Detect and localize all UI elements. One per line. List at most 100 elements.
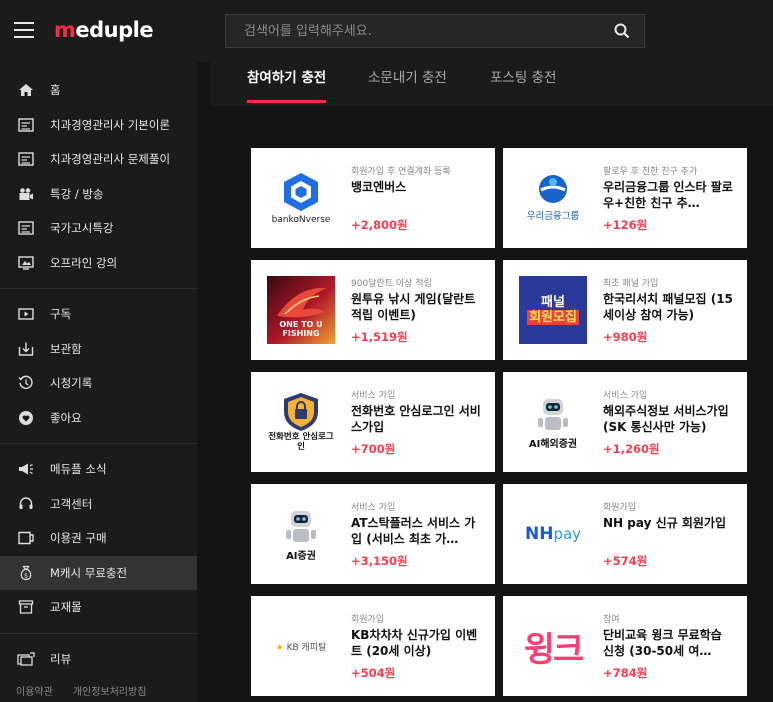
- offer-title: NH pay 신규 회원가입: [603, 516, 727, 530]
- sidebar-item-label: 홈: [50, 83, 61, 98]
- logo-m: m: [54, 18, 76, 42]
- sidebar-item[interactable]: 오프라인 강의: [0, 246, 197, 281]
- offer-category: 서비스 가입: [351, 503, 396, 513]
- offer-thumbnail: bankoNverse: [267, 164, 335, 232]
- search-icon[interactable]: [600, 14, 644, 48]
- privacy-link[interactable]: 개인정보처리방침: [73, 683, 147, 698]
- search-input[interactable]: [226, 23, 600, 39]
- offer-category: 참여: [603, 615, 620, 625]
- sidebar-item-label: 치과경영관리사 기본이론: [50, 117, 171, 132]
- menu-icon[interactable]: [14, 22, 34, 38]
- megaphone-icon: [17, 461, 35, 477]
- offer-reward: +3,150원: [351, 554, 408, 568]
- offer-reward: +980원: [603, 330, 648, 344]
- sidebar-item[interactable]: 국가고시특강: [0, 211, 197, 246]
- sidebar-item[interactable]: 이용권 구매: [0, 521, 197, 556]
- moneybag-icon: $: [17, 565, 35, 581]
- offer-title: KB차차차 신규가입 이벤트 (20세 이상): [351, 628, 478, 658]
- sidebar-item-label: 고객센터: [50, 496, 93, 511]
- offer-reward: +574원: [603, 554, 648, 568]
- sidebar-item[interactable]: 교재몰: [0, 590, 197, 625]
- offer-reward: +126원: [603, 218, 648, 232]
- sidebar-item[interactable]: 치과경영관리사 기본이론: [0, 108, 197, 143]
- offer-card[interactable]: bankoNverse 회원가입 후 연결계좌 등록 뱅코엔버스 +2,800원: [251, 148, 495, 248]
- offer-category: 회원가입: [603, 503, 637, 513]
- offer-title: 해외주식정보 서비스가입 (SK 통신사만 가능): [603, 404, 729, 434]
- sidebar-item-label: 오프라인 강의: [50, 255, 118, 270]
- offer-reward: +700원: [351, 442, 396, 456]
- offer-title: 원투유 낚시 게임(달란트 적립 이벤트): [351, 292, 476, 322]
- sidebar-item[interactable]: 고객센터: [0, 487, 197, 522]
- book-icon: [17, 117, 35, 133]
- sidebar-item[interactable]: 치과경영관리사 문제풀이: [0, 142, 197, 177]
- sidebar-item-label: 리뷰: [50, 651, 72, 666]
- offer-thumbnail: AI해외증권: [519, 388, 587, 456]
- tab[interactable]: 소문내기 충전: [368, 66, 447, 106]
- offer-title: 한국리서치 패널모집 (15세이상 참여 가능): [603, 292, 733, 322]
- offer-category: 서비스 가입: [351, 391, 396, 401]
- offer-card[interactable]: ONE TO U FISHING 900달란트 이상 적립원투유 낚시 게임(달란…: [251, 260, 495, 360]
- offer-card[interactable]: NHpay 회원가입 NH pay 신규 회원가입 +574원: [503, 484, 747, 584]
- offer-reward: +1,260원: [603, 442, 660, 456]
- offer-reward: +1,519원: [351, 330, 408, 344]
- offer-title: 전화번호 안심로그인 서비스가입: [351, 404, 481, 434]
- sidebar-item-label: 교재몰: [50, 600, 82, 615]
- offer-card[interactable]: 전화번호 안심로그인 서비스 가입 전화번호 안심로그인 서비스가입 +700원: [251, 372, 495, 472]
- offer-card[interactable]: 패널 회원모집 최초 패널 가입 한국리서치 패널모집 (15세이상 참여 가능) +9…: [503, 260, 747, 360]
- offer-category: 최초 패널 가입: [603, 279, 659, 289]
- offer-category: 서비스 가입: [603, 391, 648, 401]
- heart-icon: [17, 410, 35, 426]
- offer-reward: +784원: [603, 666, 648, 680]
- sidebar-item[interactable]: $ M캐시 무료충전: [0, 555, 197, 590]
- camera-icon: [17, 186, 35, 202]
- headset-icon: [17, 496, 35, 512]
- sidebar-item[interactable]: 메듀플 소식: [0, 452, 197, 487]
- terms-link[interactable]: 이용약관: [16, 683, 53, 698]
- book-icon: [17, 151, 35, 167]
- sidebar-item[interactable]: 리뷰: [0, 642, 197, 677]
- offer-category: 회원가입: [351, 615, 385, 625]
- charge-tabs: 참여하기 충전 소문내기 충전 포스팅 충전: [210, 62, 773, 106]
- offer-card[interactable]: 우리금융그룹 팔로우 후 친한 친구 추가 우리금융그룹 인스타 팔로우+친한 친구…: [503, 148, 747, 248]
- store-icon: [17, 599, 35, 615]
- sidebar-item-label: 메듀플 소식: [50, 462, 107, 477]
- search-bar: [225, 14, 645, 48]
- sidebar-item[interactable]: 좋아요: [0, 401, 197, 436]
- offer-category: 팔로우 후 친한 친구 추가: [603, 167, 698, 177]
- sidebar-item[interactable]: 특강 / 방송: [0, 177, 197, 212]
- logo-text: eduple: [75, 18, 154, 42]
- home-icon: [17, 82, 35, 98]
- sidebar-footer: 이용약관 개인정보처리방침: [16, 683, 146, 698]
- monitor-icon: [17, 255, 35, 271]
- download-icon: [17, 341, 35, 357]
- top-bar: meduple: [0, 0, 773, 62]
- offer-title: AT스탁플러스 서비스 가입 (서비스 최초 가…: [351, 516, 476, 546]
- sidebar-item[interactable]: 홈: [0, 73, 197, 108]
- offer-card[interactable]: 윙크 참여단비교육 윙크 무료학습 신청 (30-50세 여… +784원: [503, 596, 747, 696]
- tab[interactable]: 포스팅 충전: [490, 66, 556, 106]
- offer-card[interactable]: AI증권 서비스 가입 AT스탁플러스 서비스 가입 (서비스 최초 가… +3,15…: [251, 484, 495, 584]
- sidebar-divider: [0, 288, 197, 289]
- offer-title: 뱅코엔버스: [351, 180, 407, 194]
- ticket-icon: [17, 530, 35, 546]
- tab[interactable]: 참여하기 충전: [247, 66, 326, 106]
- sidebar-item-label: 보관함: [50, 341, 82, 356]
- offer-card[interactable]: ★ KB 캐피탈 회원가입 KB차차차 신규가입 이벤트 (20세 이상) +504원: [251, 596, 495, 696]
- sidebar-item[interactable]: 시청기록: [0, 366, 197, 401]
- offer-title: 단비교육 윙크 무료학습 신청 (30-50세 여…: [603, 628, 722, 658]
- sidebar-item-label: 특강 / 방송: [50, 186, 104, 201]
- offer-thumbnail: ONE TO U FISHING: [267, 276, 335, 344]
- sidebar-divider: [0, 632, 197, 634]
- sidebar-item-label: 국가고시특강: [50, 221, 114, 236]
- offer-thumbnail: 윙크: [523, 629, 585, 670]
- offer-thumbnail: NHpay: [524, 524, 582, 544]
- sidebar: 홈치과경영관리사 기본이론치과경영관리사 문제풀이특강 / 방송국가고시특강오프…: [0, 62, 197, 702]
- sidebar-item-label: 치과경영관리사 문제풀이: [50, 152, 171, 167]
- offer-card[interactable]: AI해외증권 서비스 가입해외주식정보 서비스가입 (SK 통신사만 가능) +1,…: [503, 372, 747, 472]
- sidebar-item[interactable]: 구독: [0, 297, 197, 332]
- sidebar-item-label: 시청기록: [50, 376, 93, 391]
- sidebar-item-label: M캐시 무료충전: [50, 565, 128, 580]
- sidebar-item[interactable]: 보관함: [0, 332, 197, 367]
- logo[interactable]: meduple: [54, 18, 154, 42]
- offer-category: 900달란트 이상 적립: [351, 279, 432, 289]
